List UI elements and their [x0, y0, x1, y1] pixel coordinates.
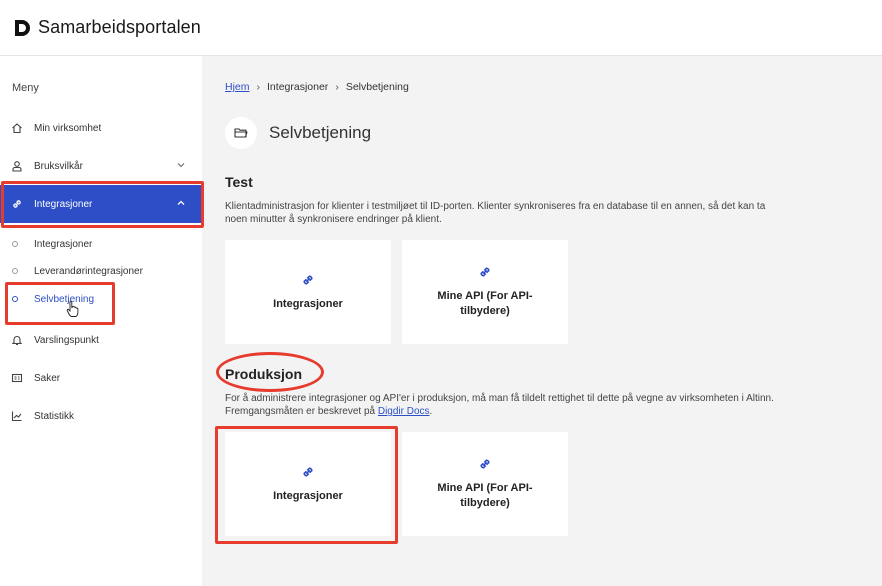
- sidebar-item-varslingspunkt[interactable]: Varslingspunkt: [0, 321, 202, 359]
- sidebar-item-label: Integrasjoner: [34, 198, 93, 210]
- card-label: Integrasjoner: [273, 489, 343, 502]
- user-icon: [10, 159, 24, 173]
- breadcrumb-separator: ›: [256, 81, 261, 93]
- folder-icon: [225, 117, 257, 149]
- description-suffix: .: [429, 406, 433, 417]
- chart-icon: [10, 409, 24, 423]
- hand-cursor-icon: [66, 300, 80, 318]
- sidebar-subitem-leverandorintegrasjoner[interactable]: Leverandørintegrasjoner: [0, 259, 202, 283]
- bell-icon: [10, 333, 24, 347]
- sidebar-item-label: Bruksvilkår: [34, 160, 83, 172]
- sidebar-item-label: Saker: [34, 372, 61, 384]
- sidebar-item-label: Statistikk: [34, 410, 75, 422]
- section-title-test: Test: [225, 174, 253, 190]
- digdir-docs-link[interactable]: Digdir Docs: [378, 406, 430, 417]
- link-icon: [301, 465, 315, 479]
- page-title: Selvbetjening: [269, 123, 372, 142]
- breadcrumb-home-link[interactable]: Hjem: [225, 81, 250, 93]
- sidebar-subitem-label: Selvbetjening: [34, 293, 95, 305]
- section-title-produksjon: Produksjon: [225, 366, 303, 382]
- sidebar-item-min-virksomhet[interactable]: Min virksomhet: [0, 109, 202, 147]
- sidebar-item-integrasjoner[interactable]: Integrasjoner: [0, 185, 202, 223]
- chevron-down-icon[interactable]: [176, 160, 186, 170]
- brand-name[interactable]: Samarbeidsportalen: [38, 17, 201, 38]
- sidebar-item-label: Min virksomhet: [34, 122, 102, 134]
- link-icon: [10, 197, 24, 211]
- card-prod-mine-api[interactable]: Mine API (For API-tilbydere): [402, 432, 568, 536]
- sidebar-item-statistikk[interactable]: Statistikk: [0, 397, 202, 435]
- card-test-mine-api[interactable]: Mine API (For API-tilbydere): [402, 240, 568, 344]
- bullet-icon: [12, 268, 18, 274]
- home-icon: [10, 121, 24, 135]
- link-icon: [301, 273, 315, 287]
- bullet-icon: [12, 296, 18, 302]
- cases-icon: [10, 371, 24, 385]
- sidebar-item-label: Varslingspunkt: [34, 334, 99, 346]
- section-description-test: Klientadministrasjon for klienter i test…: [225, 201, 766, 225]
- card-label: Mine API (For API-tilbydere): [437, 290, 533, 317]
- section-description-produksjon: For å administrere integrasjoner og API'…: [225, 392, 775, 418]
- card-prod-integrasjoner[interactable]: Integrasjoner: [225, 432, 391, 536]
- top-bar: Samarbeidsportalen: [0, 0, 882, 56]
- sidebar: Meny Min virksomhet Bruksvilkår Integras…: [0, 56, 202, 586]
- breadcrumb-separator: ›: [335, 81, 339, 93]
- card-label: Mine API (For API-tilbydere): [437, 482, 533, 509]
- page-header: Selvbetjening: [225, 117, 371, 149]
- main-content: Hjem › Integrasjoner › Selvbetjening Sel…: [202, 56, 882, 586]
- card-test-integrasjoner[interactable]: Integrasjoner: [225, 240, 391, 344]
- menu-title: Meny: [12, 82, 39, 94]
- breadcrumb: Hjem › Integrasjoner › Selvbetjening: [225, 81, 409, 93]
- sidebar-subitem-integrasjoner[interactable]: Integrasjoner: [0, 232, 202, 256]
- link-icon: [478, 457, 492, 471]
- sidebar-item-bruksvilkar[interactable]: Bruksvilkår: [0, 147, 202, 185]
- sidebar-item-saker[interactable]: Saker: [0, 359, 202, 397]
- logo-icon[interactable]: [12, 18, 32, 38]
- sidebar-subitem-label: Leverandørintegrasjoner: [34, 265, 143, 277]
- breadcrumb-current: Selvbetjening: [345, 81, 409, 93]
- chevron-up-icon[interactable]: [176, 198, 186, 208]
- link-icon: [478, 265, 492, 279]
- card-label: Integrasjoner: [273, 297, 343, 310]
- breadcrumb-integrasjoner[interactable]: Integrasjoner: [267, 81, 328, 93]
- section-description-text: For å administrere integrasjoner og API'…: [225, 393, 774, 417]
- sidebar-subitem-selvbetjening[interactable]: Selvbetjening: [0, 287, 202, 311]
- sidebar-subitem-label: Integrasjoner: [34, 238, 93, 250]
- bullet-icon: [12, 241, 18, 247]
